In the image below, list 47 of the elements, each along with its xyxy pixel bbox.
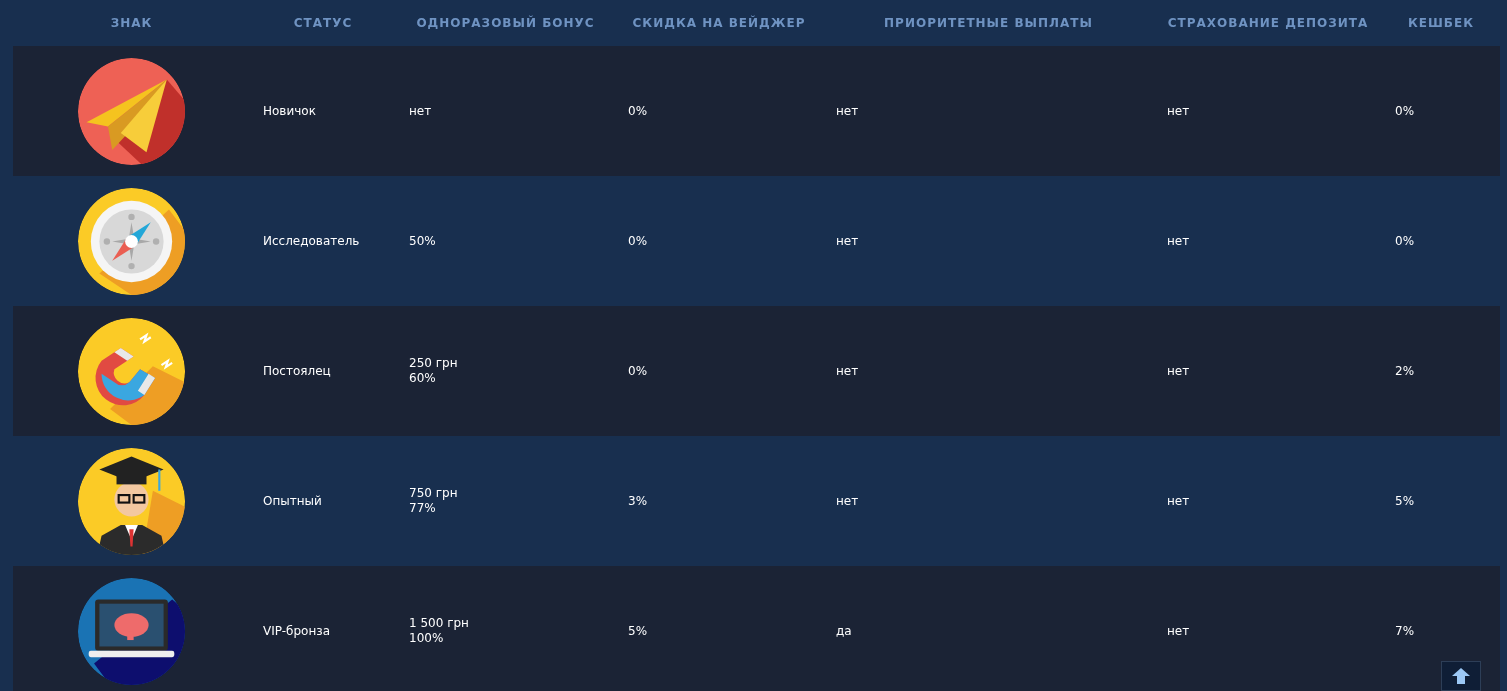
cashback-text: 0%: [1395, 104, 1415, 118]
magnet-icon: [78, 317, 185, 425]
priority-payout-text: нет: [836, 104, 859, 118]
status-text: VIP-бронза: [263, 624, 330, 638]
status-text: Новичок: [263, 104, 316, 118]
column-header: СТРАХОВАНИЕ ДЕПОЗИТА: [1167, 15, 1369, 32]
wager-discount-text: 5%: [628, 624, 648, 638]
status-text: Постоялец: [263, 364, 331, 378]
status-text: Исследователь: [263, 234, 360, 248]
deposit-insurance-text: нет: [1167, 104, 1190, 118]
graduate-avatar-icon: [78, 447, 185, 555]
laptop-brain-icon: [78, 577, 185, 685]
priority-payout-text: нет: [836, 494, 859, 508]
column-header: ПРИОРИТЕТНЫЕ ВЫПЛАТЫ: [884, 15, 1093, 32]
priority-payout-text: нет: [836, 364, 859, 378]
column-header: КЕШБЕК: [1408, 15, 1474, 32]
priority-payout-text: нет: [836, 234, 859, 248]
deposit-insurance-text: нет: [1167, 494, 1190, 508]
compass-icon: [78, 187, 185, 295]
bonus-text: 1 500 грн: [409, 616, 470, 631]
bonus-text: 100%: [409, 631, 445, 646]
cashback-text: 2%: [1395, 364, 1415, 378]
up-arrow-icon: [1451, 667, 1471, 685]
wager-discount-text: 0%: [628, 104, 648, 118]
bonus-text: 77%: [409, 501, 437, 516]
wager-discount-text: 0%: [628, 364, 648, 378]
cashback-text: 7%: [1395, 624, 1415, 638]
column-header: СКИДКА НА ВЕЙДЖЕР: [632, 14, 806, 32]
bonus-text: 60%: [409, 371, 437, 386]
cashback-text: 0%: [1395, 234, 1415, 248]
wager-discount-text: 3%: [628, 494, 648, 508]
deposit-insurance-text: нет: [1167, 624, 1190, 638]
cashback-text: 5%: [1395, 494, 1415, 508]
bonus-text: нет: [409, 103, 433, 119]
paper-plane-icon: [78, 57, 185, 165]
column-header: СТАТУС: [293, 15, 353, 32]
bonus-text: 250 грн: [409, 356, 459, 371]
wager-discount-text: 0%: [628, 234, 648, 248]
bonus-text: 750 грн: [409, 486, 459, 501]
bonus-text: 50%: [409, 233, 437, 249]
deposit-insurance-text: нет: [1167, 364, 1190, 378]
scroll-up-button[interactable]: [1441, 661, 1481, 691]
column-header: ЗНАК: [110, 15, 153, 32]
priority-payout-text: да: [836, 624, 852, 638]
column-header: ОДНОРАЗОВЫЙ БОНУС: [416, 14, 595, 32]
status-text: Опытный: [263, 494, 322, 508]
deposit-insurance-text: нет: [1167, 234, 1190, 248]
